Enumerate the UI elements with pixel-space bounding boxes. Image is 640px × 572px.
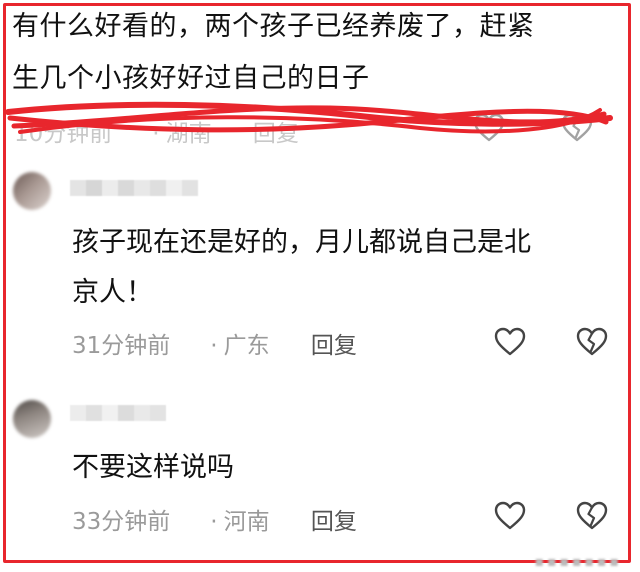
comment-2-location: 河南 (223, 509, 270, 535)
post-reply-button[interactable]: 回复 (253, 121, 299, 147)
comment-1-location: 广东 (223, 333, 270, 359)
broken-heart-outline-icon[interactable] (560, 112, 594, 144)
separator: · (210, 333, 218, 359)
username-blurred[interactable] (70, 405, 166, 421)
separator: · (152, 121, 160, 147)
comment-1-text-line-2: 京人！ (72, 277, 153, 308)
post-text-line-1: 有什么好看的，两个孩子已经养废了，赶紧 (12, 11, 535, 42)
broken-heart-outline-icon[interactable] (575, 326, 609, 358)
heart-outline-icon[interactable] (472, 112, 506, 144)
watermark-blurred: ▪▪▪▪▪▪▪ (534, 554, 622, 570)
comment-2-time: 33分钟前 (72, 509, 171, 535)
post-text-line-2: 生几个小孩好好过自己的日子 (12, 63, 370, 94)
broken-heart-outline-icon[interactable] (575, 500, 609, 532)
post-meta: 10分钟前 · 湖南 回复 (14, 114, 333, 148)
avatar[interactable] (13, 400, 51, 438)
avatar[interactable] (13, 172, 51, 210)
comment-1-reply-button[interactable]: 回复 (311, 333, 357, 359)
comment-1-text-line-1: 孩子现在还是好的，月儿都说自己是北 (72, 227, 531, 258)
comment-1-meta: 31分钟前 · 广东 回复 (72, 326, 391, 360)
heart-outline-icon[interactable] (493, 500, 527, 532)
comment-2-text-line-1: 不要这样说吗 (72, 452, 234, 483)
comment-1-time: 31分钟前 (72, 333, 171, 359)
post-time: 10分钟前 (14, 121, 113, 147)
separator: · (210, 509, 218, 535)
comment-2-reply-button[interactable]: 回复 (311, 509, 357, 535)
comment-2-meta: 33分钟前 · 河南 回复 (72, 502, 391, 536)
username-blurred[interactable] (70, 180, 198, 196)
heart-outline-icon[interactable] (493, 326, 527, 358)
post-location: 湖南 (165, 121, 212, 147)
